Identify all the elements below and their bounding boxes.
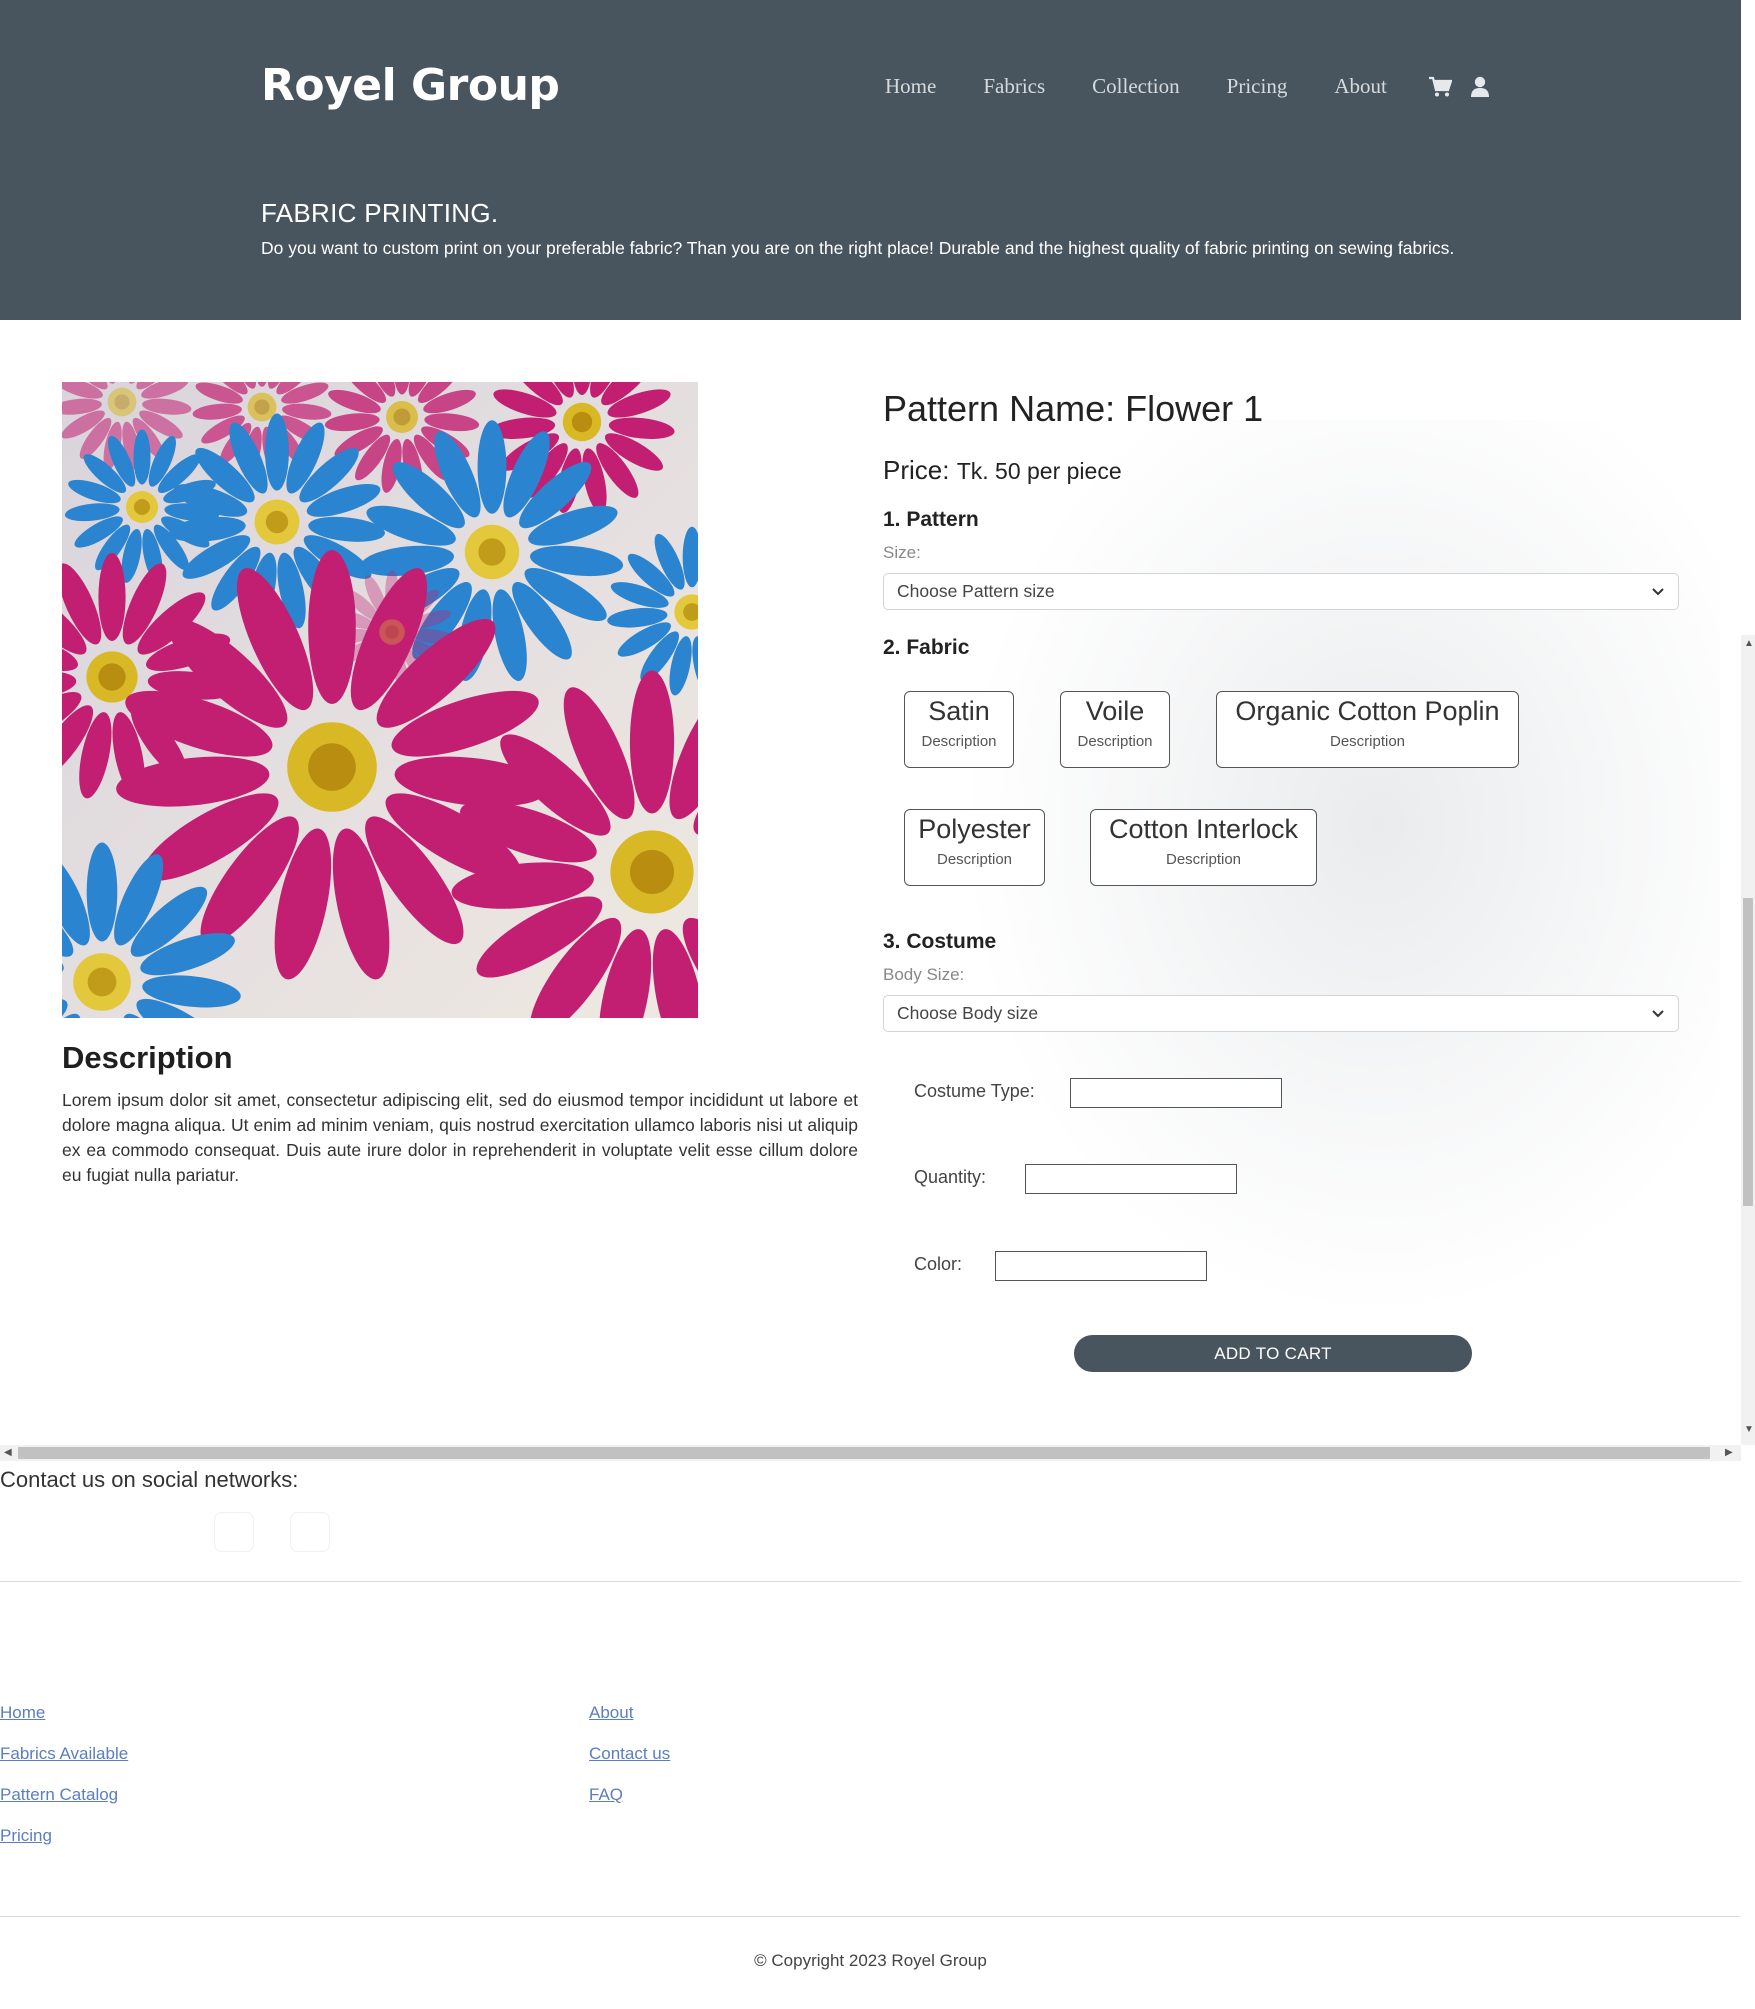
fabric-option-name: Polyester [918,814,1031,844]
fabric-option-polyester[interactable]: Polyester Description [904,809,1045,886]
add-to-cart-button[interactable]: ADD TO CART [1074,1335,1472,1372]
user-icon[interactable] [1470,76,1490,98]
footer-divider [0,1581,1741,1582]
fabric-option-desc: Description [936,851,1013,868]
pattern-name-title: Pattern Name: Flower 1 [883,388,1264,429]
main-nav: Home Fabrics Collection Pricing About [885,74,1514,99]
nav-pricing[interactable]: Pricing [1227,74,1288,99]
fabric-option-voile[interactable]: Voile Description [1060,691,1170,768]
brand-logo[interactable]: Royel Group [261,60,560,111]
scroll-left-arrow-icon[interactable]: ◀ [4,1447,12,1458]
nav-home[interactable]: Home [885,74,936,99]
fabric-option-satin[interactable]: Satin Description [904,691,1014,768]
footer-link-pattern-catalog[interactable]: Pattern Catalog [0,1785,118,1805]
footer-link-contact-us[interactable]: Contact us [589,1744,670,1764]
fabric-option-name: Organic Cotton Poplin [1235,696,1500,726]
pattern-step-title: 1. Pattern [883,508,979,531]
social-networks-label: Contact us on social networks: [0,1467,299,1492]
quantity-label: Quantity: [914,1167,987,1187]
body-size-select[interactable]: Choose Body size [883,995,1679,1032]
body-size-select-value: Choose Body size [897,1003,1039,1023]
scroll-right-arrow-icon[interactable]: ▶ [1725,1447,1733,1458]
price-value: Tk. 50 per piece [956,458,1122,484]
nav-collection[interactable]: Collection [1092,74,1180,99]
color-label: Color: [914,1254,963,1274]
cart-icon[interactable] [1428,76,1452,98]
fabric-option-cotton-interlock[interactable]: Cotton Interlock Description [1090,809,1317,886]
body-size-label: Body Size: [883,965,965,984]
social-link-icon[interactable] [214,1512,254,1552]
chevron-down-icon [1651,1003,1665,1024]
header-hero: Royel Group Home Fabrics Collection Pric… [0,0,1741,320]
price-label: Price: [883,455,950,485]
hero-title: FABRIC PRINTING. [261,198,499,228]
footer-bottom-divider [0,1916,1741,1917]
copyright-text: © Copyright 2023 Royel Group [754,1951,987,1970]
horizontal-scrollbar-thumb[interactable] [18,1447,1710,1459]
footer-link-pricing[interactable]: Pricing [0,1826,52,1846]
fabric-option-desc: Description [1077,733,1153,750]
description-heading: Description [62,1040,233,1075]
footer-link-home[interactable]: Home [0,1703,45,1723]
nav-fabrics[interactable]: Fabrics [983,74,1045,99]
fabric-option-name: Satin [928,696,990,726]
social-link-icon[interactable] [290,1512,330,1552]
fabric-option-organic-cotton-poplin[interactable]: Organic Cotton Poplin Description [1216,691,1519,768]
fabric-option-name: Cotton Interlock [1108,814,1299,844]
scroll-down-arrow-icon[interactable]: ▼ [1744,1424,1754,1435]
fabric-option-name: Voile [1085,696,1145,726]
costume-type-label: Costume Type: [914,1081,1035,1101]
scroll-up-arrow-icon[interactable]: ▲ [1744,638,1754,649]
description-text: Lorem ipsum dolor sit amet, consectetur … [62,1090,858,1185]
fabric-option-desc: Description [1329,733,1406,750]
footer-link-faq[interactable]: FAQ [589,1785,623,1805]
footer-link-fabrics-available[interactable]: Fabrics Available [0,1744,128,1764]
nav-about[interactable]: About [1334,74,1387,99]
costume-step-title: 3. Costume [883,930,997,953]
pattern-size-label: Size: [883,543,921,562]
color-input[interactable] [995,1251,1207,1281]
costume-type-input[interactable] [1070,1078,1282,1108]
price-line: Price: Tk. 50 per piece [883,455,1122,486]
pattern-size-select-value: Choose Pattern size [897,581,1055,601]
chevron-down-icon [1651,581,1665,602]
product-pattern-image [62,382,698,1018]
pattern-size-select[interactable]: Choose Pattern size [883,573,1679,610]
footer-link-about[interactable]: About [589,1703,633,1723]
hero-text: Do you want to custom print on your pref… [261,238,1455,258]
quantity-input[interactable] [1025,1164,1237,1194]
vertical-scrollbar-thumb[interactable] [1743,898,1753,1206]
fabric-option-desc: Description [921,733,997,750]
product-page-scroll-area[interactable]: Royel Group Home Fabrics Collection Pric… [0,0,1741,1445]
fabric-step-title: 2. Fabric [883,636,970,659]
fabric-option-desc: Description [1165,851,1242,868]
